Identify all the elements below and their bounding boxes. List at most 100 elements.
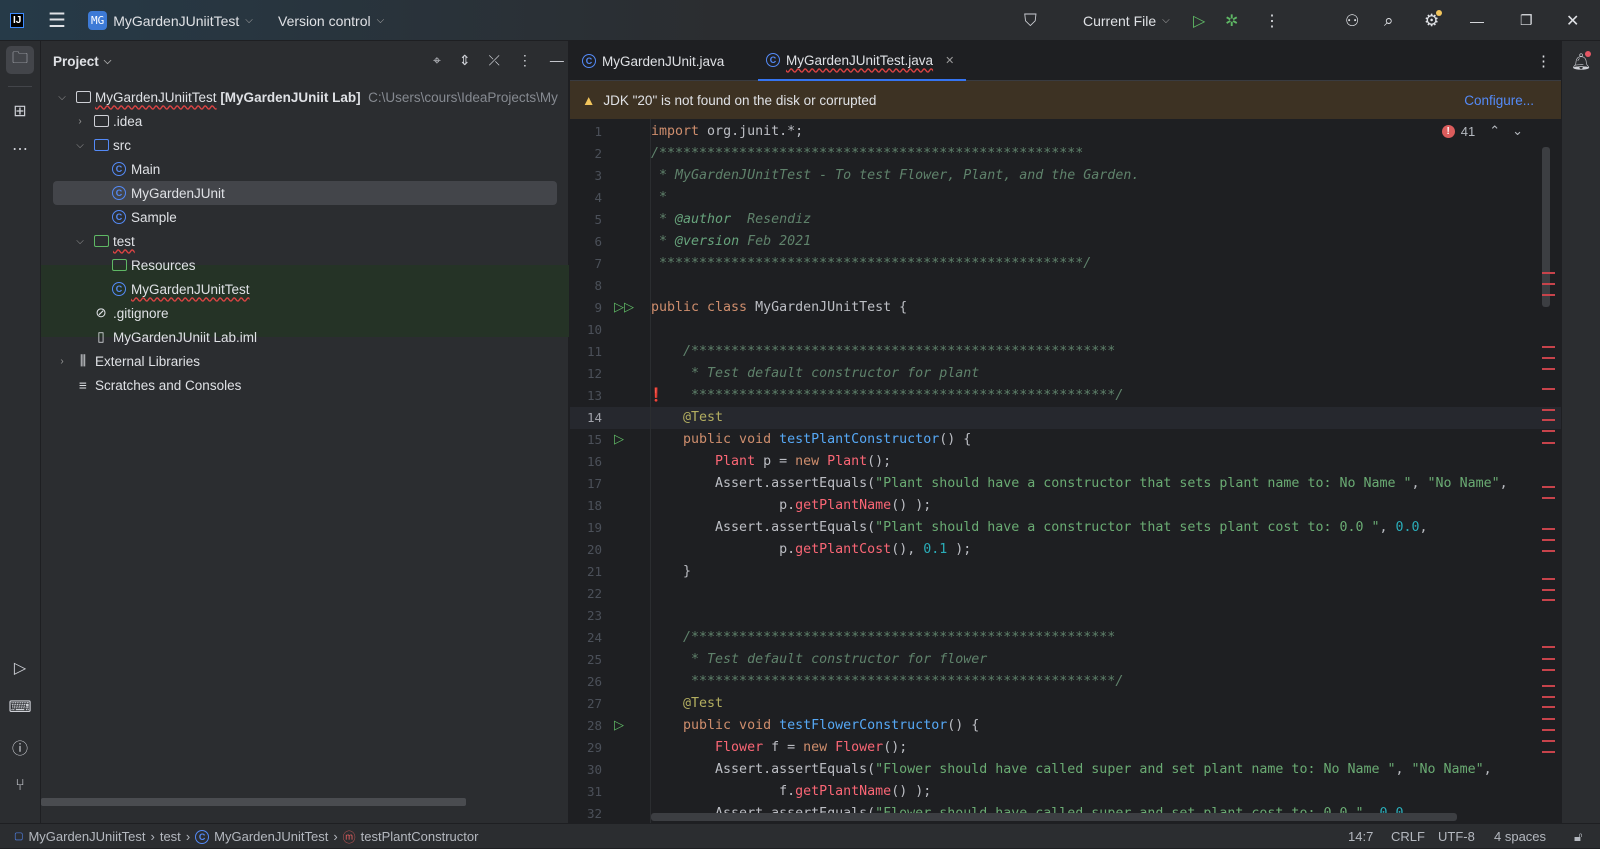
error-stripe-mark[interactable] (1542, 497, 1555, 499)
notifications-bell-icon[interactable]: 🔔︎ (1567, 48, 1595, 76)
tree-item-mygardenjunittest[interactable]: C MyGardenJUnitTest (41, 277, 568, 301)
terminal-icon[interactable]: ⌨ (6, 693, 34, 721)
inspection-widget[interactable]: ! 41 ⌃ ⌄ (1441, 123, 1523, 139)
expand-all-icon[interactable]: ⇕ (459, 52, 471, 69)
error-stripe-mark[interactable] (1542, 409, 1555, 411)
tree-item-scratches[interactable]: ≡ Scratches and Consoles (41, 373, 568, 397)
tree-item-test[interactable]: ⌵ test (41, 229, 568, 253)
more-actions-icon[interactable]: ⋮ (1264, 0, 1280, 41)
breadcrumb-item[interactable]: MyGardenJUniitTest (28, 829, 145, 844)
run-config-selector[interactable]: Current File ⌵ (1083, 0, 1170, 41)
project-switcher[interactable]: MG MyGardenJUniitTest ⌵ (88, 0, 253, 41)
code-line[interactable]: Assert.assertEquals("Plant should have a… (651, 517, 1428, 539)
error-stripe-mark[interactable] (1542, 718, 1555, 720)
error-stripe-mark[interactable] (1542, 539, 1555, 541)
tree-item-sample[interactable]: C Sample (41, 205, 568, 229)
breadcrumb-item[interactable]: MyGardenJUnitTest (214, 829, 328, 844)
error-stripe-mark[interactable] (1542, 578, 1555, 580)
restore-button[interactable]: ❐ (1520, 0, 1533, 41)
code-line[interactable]: /***************************************… (651, 627, 1115, 649)
main-menu-icon[interactable]: ☰ (48, 0, 66, 41)
tab-mygardenjunittest[interactable]: C MyGardenJUnitTest.java ✕ (758, 41, 967, 81)
breadcrumb-item[interactable]: test (160, 829, 181, 844)
run-icon[interactable]: ▷ (1193, 0, 1205, 41)
minimize-button[interactable]: — (1470, 0, 1484, 41)
close-window-button[interactable]: ✕ (1566, 0, 1579, 41)
error-stripe-mark[interactable] (1542, 599, 1555, 601)
previous-error-icon[interactable]: ⌃ (1489, 123, 1500, 139)
run-test-icon[interactable]: ▷ (614, 429, 624, 451)
settings-gear-icon[interactable]: ⚙ (1424, 0, 1442, 41)
code-area[interactable]: 1 import org.junit.*; 2 /******************… (570, 119, 1561, 823)
collapse-all-icon[interactable]: ⤫ (489, 52, 500, 69)
code-line[interactable]: * (651, 187, 667, 209)
error-stripe-mark[interactable] (1542, 357, 1555, 359)
add-user-icon[interactable]: ⚇ (1345, 0, 1359, 41)
project-view-selector[interactable]: Project ⌵ (53, 41, 111, 81)
project-folder-icon[interactable]: 🗀 (6, 46, 34, 74)
code-line[interactable]: } (651, 561, 691, 583)
close-tab-icon[interactable]: ✕ (945, 54, 954, 67)
error-stripe-mark[interactable] (1542, 751, 1555, 753)
error-stripe-mark[interactable] (1542, 528, 1555, 530)
tab-mygardenjunit[interactable]: C MyGardenJUnit.java (582, 41, 724, 81)
error-stripe-mark[interactable] (1542, 706, 1555, 708)
error-stripe-mark[interactable] (1542, 430, 1555, 432)
tab-options-icon[interactable]: ⋮ (1536, 41, 1551, 81)
git-icon[interactable]: ⑂ (6, 772, 34, 800)
code-line[interactable]: ****************************************… (651, 671, 1123, 693)
code-line[interactable]: @Test (651, 693, 723, 715)
services-icon[interactable]: ▷ (6, 654, 34, 682)
code-line[interactable]: public class MyGardenJUnitTest { (651, 297, 907, 319)
structure-icon[interactable]: ⊞ (6, 97, 34, 125)
debug-bug-icon[interactable]: ✲ (1225, 0, 1238, 41)
error-stripe-mark[interactable] (1542, 658, 1555, 660)
tree-item-idea[interactable]: › .idea (41, 109, 568, 133)
tree-item-iml[interactable]: ▯ MyGardenJUniit Lab.iml (41, 325, 568, 349)
indent-setting[interactable]: 4 spaces (1494, 824, 1546, 849)
code-line[interactable]: * MyGardenJUnitTest - To test Flower, Pl… (651, 165, 1139, 187)
error-stripe-mark[interactable] (1542, 346, 1555, 348)
error-stripe-mark[interactable] (1542, 442, 1555, 444)
code-line[interactable]: Plant p = new Plant(); (651, 451, 891, 473)
next-error-icon[interactable]: ⌄ (1512, 123, 1523, 139)
editor-horizontal-scrollbar[interactable] (651, 813, 1457, 821)
code-line[interactable]: @Test (651, 407, 723, 429)
code-line[interactable]: * @author Resendiz (651, 209, 811, 231)
configure-link[interactable]: Configure... (1464, 93, 1534, 108)
code-line[interactable]: public void testFlowerConstructor() { (651, 715, 979, 737)
tree-item-external-libraries[interactable]: › ⫼ External Libraries (41, 349, 568, 373)
code-line[interactable]: import org.junit.*; (651, 121, 803, 143)
code-line[interactable]: * Test default constructor for flower (651, 649, 987, 671)
tree-item-mygardenjunit[interactable]: C MyGardenJUnit (41, 181, 568, 205)
code-line[interactable]: f.getPlantName() ); (651, 781, 931, 803)
error-stripe-mark[interactable] (1542, 294, 1555, 296)
error-stripe-mark[interactable] (1542, 388, 1555, 390)
tree-item-src[interactable]: ⌵ src (41, 133, 568, 157)
code-line[interactable]: Assert.assertEquals("Plant should have a… (651, 473, 1508, 495)
code-line[interactable]: * @version Feb 2021 (651, 231, 811, 253)
error-stripe-mark[interactable] (1542, 283, 1555, 285)
code-line[interactable]: /***************************************… (651, 341, 1115, 363)
problems-icon[interactable]: ⓘ (6, 733, 34, 761)
line-separator[interactable]: CRLF (1391, 824, 1425, 849)
search-icon[interactable]: ⌕ (1384, 0, 1394, 41)
locate-file-icon[interactable]: ⌖ (433, 52, 441, 69)
tree-item-main[interactable]: C Main (41, 157, 568, 181)
code-line[interactable]: ****************************************… (651, 253, 1091, 275)
error-stripe-mark[interactable] (1542, 685, 1555, 687)
horizontal-scrollbar[interactable] (41, 798, 466, 806)
tree-item-project-root[interactable]: ⌵ MyGardenJUniitTest [MyGardenJUniit Lab… (41, 85, 568, 109)
code-line[interactable]: Flower f = new Flower(); (651, 737, 907, 759)
hide-panel-icon[interactable]: — (550, 52, 564, 69)
code-line[interactable]: p.getPlantCost(), 0.1 ); (651, 539, 971, 561)
run-class-icon[interactable]: ▷▷ (614, 297, 634, 319)
error-stripe-mark[interactable] (1542, 589, 1555, 591)
read-only-lock-icon[interactable]: 🔓︎ (1574, 824, 1582, 849)
code-line[interactable]: p.getPlantName() ); (651, 495, 931, 517)
error-stripe-mark[interactable] (1542, 729, 1555, 731)
error-stripe-mark[interactable] (1542, 550, 1555, 552)
caret-position[interactable]: 14:7 (1348, 824, 1373, 849)
code-line[interactable]: ****************************************… (651, 385, 1123, 407)
error-stripe-mark[interactable] (1542, 368, 1555, 370)
